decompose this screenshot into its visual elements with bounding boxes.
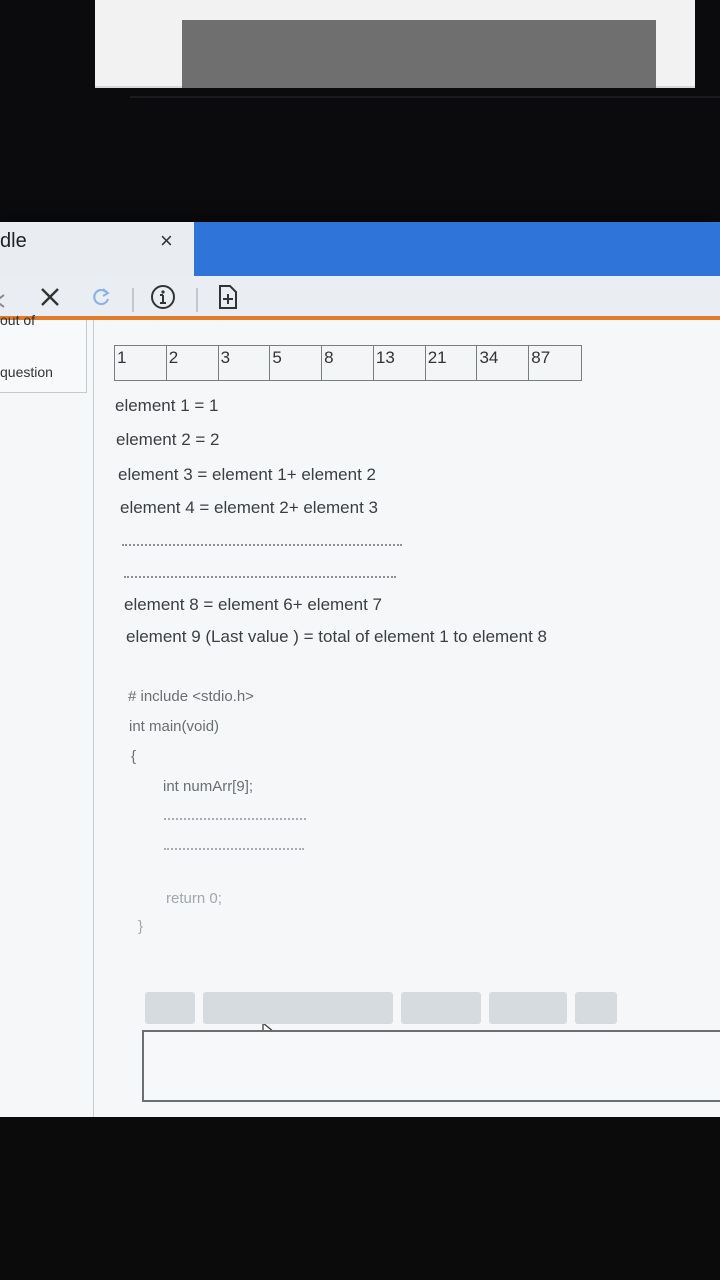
array-cell: 3: [219, 346, 271, 380]
rule-line: element 4 = element 2+ element 3: [120, 498, 378, 517]
array-cell: 34: [477, 346, 530, 380]
rule-line: element 1 = 1: [115, 396, 219, 415]
editor-button[interactable]: [145, 992, 195, 1024]
content-divider: [93, 320, 94, 1117]
code-include: # include <stdio.h>: [128, 688, 254, 705]
question-label: question: [0, 364, 53, 380]
tab-title: dle: [0, 230, 27, 252]
rule-line: element 3 = element 1+ element 2: [118, 465, 376, 484]
dotted-line: [164, 848, 304, 852]
code-open-brace: {: [131, 748, 137, 765]
back-arrow-icon[interactable]: [0, 288, 8, 314]
array-cell: 13: [374, 346, 426, 380]
info-icon[interactable]: [150, 284, 176, 310]
toolbar-separator: [132, 288, 134, 312]
dotted-line: [164, 818, 306, 822]
array-cell: 2: [167, 346, 219, 380]
code-return: return 0;: [166, 890, 222, 907]
question-info-card: out of question: [0, 312, 87, 393]
blurred-text-strip: [182, 20, 656, 88]
array-cell: 21: [426, 346, 478, 380]
array-cell: 1: [115, 346, 167, 380]
add-document-icon[interactable]: [216, 284, 240, 310]
dotted-line: [122, 544, 402, 548]
editor-toolbar: [145, 992, 625, 1024]
toolbar-separator: [196, 288, 198, 312]
rule-line: element 2 = 2: [116, 430, 220, 449]
editor-button[interactable]: [489, 992, 567, 1024]
toolbar: [0, 276, 720, 316]
desk-background: [0, 1117, 720, 1280]
editor-button[interactable]: [575, 992, 617, 1024]
array-cell: 87: [531, 348, 551, 367]
rule-line: element 9 (Last value ) = total of eleme…: [126, 627, 547, 646]
bezel-line: [130, 96, 720, 98]
close-icon[interactable]: [38, 284, 62, 310]
tab-bar: dle ×: [0, 222, 720, 276]
active-tab[interactable]: dle ×: [0, 222, 194, 276]
array-table: 1 2 3 5 8 13 21 34 87: [114, 345, 582, 381]
page-content: out of question 1 2 3 5 8 13 21 34 87 el…: [0, 312, 720, 1117]
answer-textarea[interactable]: [142, 1030, 720, 1102]
editor-button[interactable]: [203, 992, 393, 1024]
array-cell: 5: [270, 346, 323, 380]
editor-button[interactable]: [401, 992, 481, 1024]
dotted-line: [124, 576, 396, 580]
refresh-icon[interactable]: [90, 284, 112, 310]
tab-close-icon[interactable]: ×: [160, 230, 173, 252]
array-cell: 8: [322, 346, 374, 380]
browser-window: dle × out of question 1 2 3 5 8 13 21 34…: [0, 222, 720, 1117]
code-declaration: int numArr[9];: [163, 778, 254, 795]
background-monitor: [0, 0, 720, 230]
code-main: int main(void): [129, 718, 220, 735]
rule-line: element 8 = element 6+ element 7: [124, 595, 382, 614]
code-close-brace: }: [138, 918, 144, 935]
marks-label: out of: [0, 312, 36, 328]
